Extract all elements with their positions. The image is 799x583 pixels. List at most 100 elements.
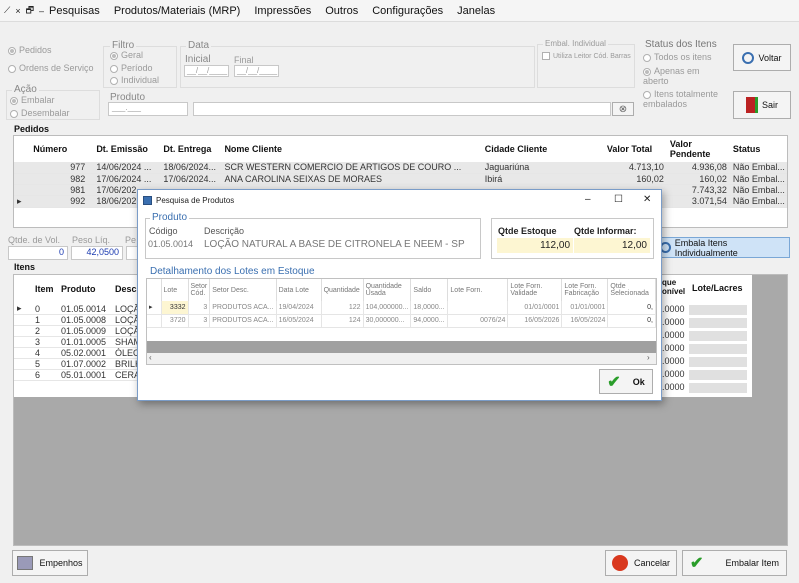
- binoculars-icon[interactable]: ⊗: [612, 102, 634, 116]
- table-row[interactable]: 4 05.02.0001 ÓLEO: [14, 347, 148, 359]
- leitor-checkbox[interactable]: Utiliza Leitor Cód. Barras: [542, 52, 631, 60]
- produto-desc-input[interactable]: [193, 102, 611, 116]
- qtde-informar-input[interactable]: 12,00: [574, 238, 650, 253]
- sair-button[interactable]: Sair: [733, 91, 791, 119]
- disponivel-value: .0000: [662, 381, 752, 394]
- status-title: Status dos Itens: [645, 39, 717, 50]
- descricao-label: Descrição: [204, 226, 245, 236]
- radio-totalmente-embalados[interactable]: Itens totalmente embalados: [643, 89, 731, 109]
- minimize-icon[interactable]: –: [585, 194, 591, 205]
- embal-individual-group: [537, 44, 635, 88]
- radio-apenas-aberto[interactable]: Apenas em aberto: [643, 66, 723, 86]
- col-lote-lacres: Lote/Lacres: [692, 283, 743, 293]
- qtde-estoque-field: 112,00: [497, 238, 573, 253]
- col-lote-forn-fabricacao[interactable]: Lote Forn. Fabricação: [561, 279, 609, 301]
- radio-ordens-servico[interactable]: Ordens de Serviço: [8, 63, 94, 73]
- menu-impressoes[interactable]: Impressões: [254, 5, 311, 17]
- maximize-icon[interactable]: ☐: [614, 194, 623, 205]
- empenhos-icon: [17, 556, 34, 570]
- table-row[interactable]: ▸ 0 01.05.0014 LOÇÃ: [14, 303, 148, 315]
- voltar-button[interactable]: Voltar: [733, 44, 791, 71]
- col-status[interactable]: Status: [730, 136, 787, 162]
- peso-liq-input[interactable]: 42,0500: [71, 246, 123, 260]
- embala-individual-button[interactable]: Embala Itens Individualmente: [659, 237, 790, 258]
- col-valor-pendente[interactable]: Valor Pendente: [667, 136, 730, 162]
- col-numero[interactable]: Número: [30, 136, 93, 162]
- col-saldo[interactable]: Saldo: [410, 279, 449, 301]
- table-row[interactable]: 6 05.01.0001 CERA: [14, 369, 148, 381]
- qtde-vol-label: Qtde. de Vol.: [8, 235, 61, 245]
- menu-janelas[interactable]: Janelas: [457, 5, 495, 17]
- col-quantidade[interactable]: Quantidade: [321, 279, 364, 301]
- search-icon: [742, 51, 755, 64]
- codigo-field: 01.05.0014: [148, 239, 194, 249]
- col-dt-entrega[interactable]: Dt. Entrega: [160, 136, 221, 162]
- col-valor-total[interactable]: Valor Total: [604, 136, 667, 162]
- pesquisa-produtos-dialog: Pesquisa de Produtos – ☐ ✕ Produto Códig…: [137, 189, 662, 401]
- close-icon[interactable]: ×: [15, 6, 20, 16]
- table-row[interactable]: ▸ 3332 3 PRODUTOS ACA... 19/04/2024 122 …: [147, 301, 656, 315]
- menu-produtos-materiais[interactable]: Produtos/Materiais (MRP): [114, 5, 241, 17]
- col-produto[interactable]: Produto: [58, 275, 112, 303]
- table-row[interactable]: 3 01.01.0005 SHAM: [14, 336, 148, 348]
- produto-code-input[interactable]: ___.___: [108, 102, 188, 116]
- horizontal-scrollbar[interactable]: ‹ ›: [147, 353, 656, 364]
- restore-icon[interactable]: 🗗: [26, 3, 34, 19]
- disponivel-value: .0000: [662, 303, 752, 316]
- radio-periodo[interactable]: Período: [110, 63, 153, 73]
- peso-liq-label: Peso Líq.: [72, 235, 111, 245]
- table-row[interactable]: 1 01.05.0008 LOÇÃ: [14, 314, 148, 326]
- data-final-input[interactable]: __/__/____: [234, 65, 279, 77]
- scroll-left-icon[interactable]: ‹: [149, 353, 152, 362]
- table-row[interactable]: 982 17/06/2024 ... 17/06/2024... ANA CARO…: [14, 173, 787, 185]
- radio-todos-itens[interactable]: Todos os itens: [643, 52, 712, 62]
- pin-icon[interactable]: ⟋: [4, 5, 10, 16]
- menu-configuracoes[interactable]: Configurações: [372, 5, 443, 17]
- col-setor-desc[interactable]: Setor Desc.: [209, 279, 277, 301]
- data-inicial-input[interactable]: __/__/____: [184, 65, 229, 77]
- radio-desembalar[interactable]: Desembalar: [10, 108, 70, 118]
- col-nome-cliente[interactable]: Nome Cliente: [221, 136, 481, 162]
- peso-label: Pe: [125, 235, 137, 245]
- exit-door-icon: [745, 97, 758, 113]
- table-row[interactable]: 3720 3 PRODUTOS ACA... 16/05/2024 124 30…: [147, 314, 656, 328]
- empenhos-button[interactable]: Empenhos: [12, 550, 88, 576]
- qtde-informar-label: Qtde Informar:: [574, 226, 637, 236]
- radio-geral[interactable]: Geral: [110, 50, 143, 60]
- menu-outros[interactable]: Outros: [325, 5, 358, 17]
- radio-pedidos[interactable]: Pedidos: [8, 45, 52, 55]
- disponivel-value: .0000: [662, 355, 752, 368]
- scroll-right-icon[interactable]: ›: [647, 353, 650, 362]
- col-qtde-selecionada[interactable]: Qtde Selecionada: [607, 279, 656, 301]
- close-icon[interactable]: ✕: [643, 194, 651, 205]
- col-cidade-cliente[interactable]: Cidade Cliente: [482, 136, 604, 162]
- col-dt-emissao[interactable]: Dt. Emissão: [93, 136, 160, 162]
- qtde-vol-input[interactable]: 0: [8, 246, 68, 260]
- lotes-grid[interactable]: Lote Setor Cód. Setor Desc. Data Lote Qu…: [146, 278, 657, 365]
- cancelar-button[interactable]: Cancelar: [605, 550, 677, 576]
- col-lote-forn[interactable]: Lote Forn.: [447, 279, 509, 301]
- data-title: Data: [186, 40, 212, 51]
- radio-embalar[interactable]: Embalar: [10, 95, 55, 105]
- menu-bar: ⟋ × 🗗 – Pesquisas Produtos/Materiais (MR…: [0, 0, 799, 22]
- dialog-produto-title: Produto: [150, 212, 190, 223]
- col-lote-forn-validade[interactable]: Lote Forn. Validade: [507, 279, 563, 301]
- table-row[interactable]: 5 01.07.0002 BRILH: [14, 358, 148, 370]
- col-quantidade-usada[interactable]: Quantidade Usada: [363, 279, 412, 301]
- checkmark-icon: ✔: [607, 373, 621, 391]
- data-final-label: Final: [234, 55, 254, 65]
- table-row[interactable]: 977 14/06/2024 ... 18/06/2024... SCR WEST…: [14, 162, 787, 174]
- ok-button[interactable]: ✔ Ok: [599, 369, 653, 394]
- radio-individual[interactable]: Individual: [110, 75, 159, 85]
- col-item[interactable]: Item: [32, 275, 58, 303]
- embal-individual-title: Embal. Individual: [543, 39, 608, 48]
- table-row[interactable]: 2 01.05.0009 LOÇÃ: [14, 325, 148, 337]
- menu-pesquisas[interactable]: Pesquisas: [49, 5, 100, 17]
- descricao-field: LOÇÃO NATURAL A BASE DE CITRONELA E NEEM…: [204, 239, 465, 250]
- lotes-title: Detalhamento dos Lotes em Estoque: [150, 266, 315, 277]
- minimize-icon[interactable]: –: [39, 6, 44, 16]
- col-setor-cod[interactable]: Setor Cód.: [188, 279, 211, 301]
- embalar-item-button[interactable]: ✔ Embalar Item: [682, 550, 787, 576]
- col-data-lote[interactable]: Data Lote: [276, 279, 322, 301]
- col-lote[interactable]: Lote: [161, 279, 189, 301]
